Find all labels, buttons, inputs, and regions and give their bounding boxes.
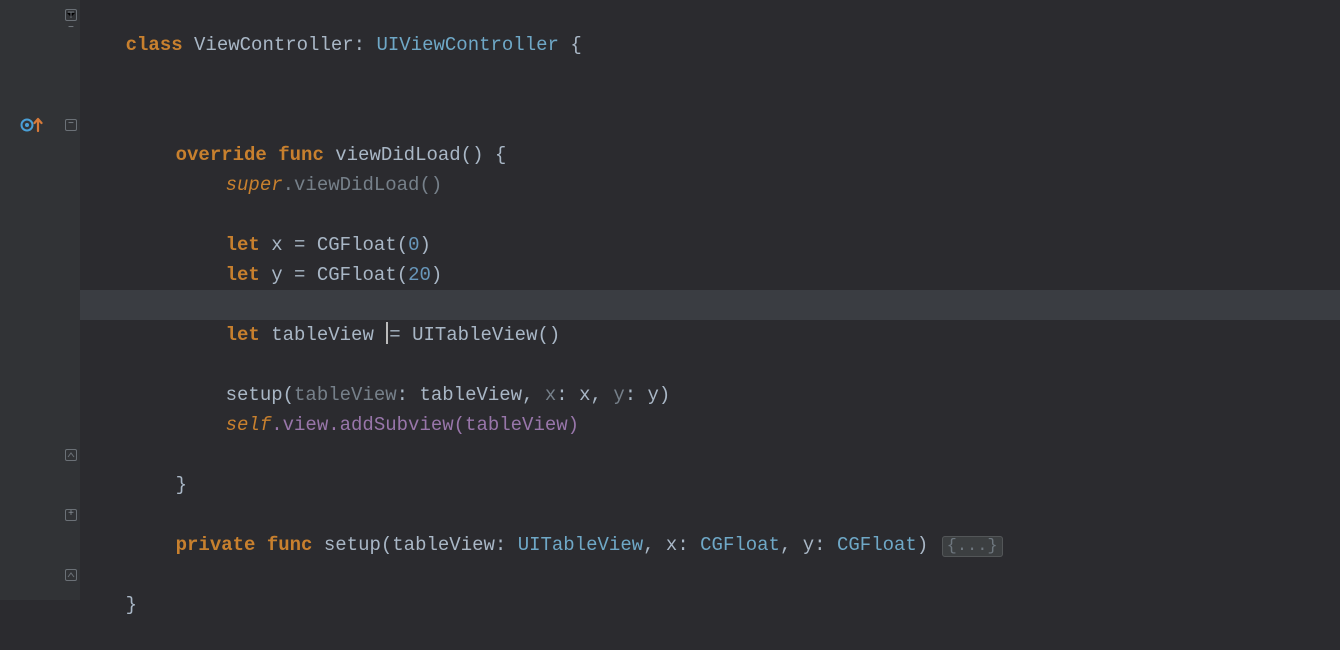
fold-toggle-setup-collapsed[interactable]: + bbox=[65, 509, 77, 521]
gutter bbox=[0, 0, 63, 600]
fold-toggle-class-open[interactable]: − bbox=[65, 9, 77, 21]
class-name: ViewController bbox=[194, 34, 354, 56]
code-line[interactable]: setup(tableView: tableView, x: x, y: y) bbox=[80, 350, 670, 380]
folded-region[interactable]: {...} bbox=[942, 536, 1003, 557]
code-line[interactable]: let x = CGFloat(0) bbox=[80, 200, 431, 230]
text-cursor bbox=[386, 322, 388, 344]
type-ref: UIViewController bbox=[376, 34, 558, 56]
code-line[interactable]: let tableView = UITableView() bbox=[80, 290, 560, 320]
fold-toggle-func-open[interactable]: − bbox=[65, 119, 77, 131]
code-line[interactable]: override func viewDidLoad() { bbox=[80, 110, 506, 140]
func-name-setup: setup bbox=[324, 534, 381, 556]
fold-toggle-func-close[interactable] bbox=[65, 449, 77, 461]
override-marker-icon[interactable] bbox=[20, 115, 44, 135]
code-line[interactable]: class ViewController: UIViewController { bbox=[80, 0, 582, 30]
keyword-func: func bbox=[278, 144, 324, 166]
keyword-super: super bbox=[226, 174, 283, 196]
code-editor[interactable]: class ViewController: UIViewController {… bbox=[80, 0, 1340, 600]
code-line[interactable]: } bbox=[80, 440, 187, 470]
fold-toggle-class-close[interactable] bbox=[65, 569, 77, 581]
keyword-self: self bbox=[226, 414, 272, 436]
keyword-override: override bbox=[176, 144, 267, 166]
keyword-class: class bbox=[126, 34, 183, 56]
func-name: viewDidLoad bbox=[335, 144, 460, 166]
code-line[interactable]: private func setup(tableView: UITableVie… bbox=[80, 500, 1005, 530]
code-line[interactable]: } bbox=[80, 560, 137, 590]
fold-strip: − − + bbox=[62, 0, 80, 600]
keyword-private: private bbox=[176, 534, 256, 556]
